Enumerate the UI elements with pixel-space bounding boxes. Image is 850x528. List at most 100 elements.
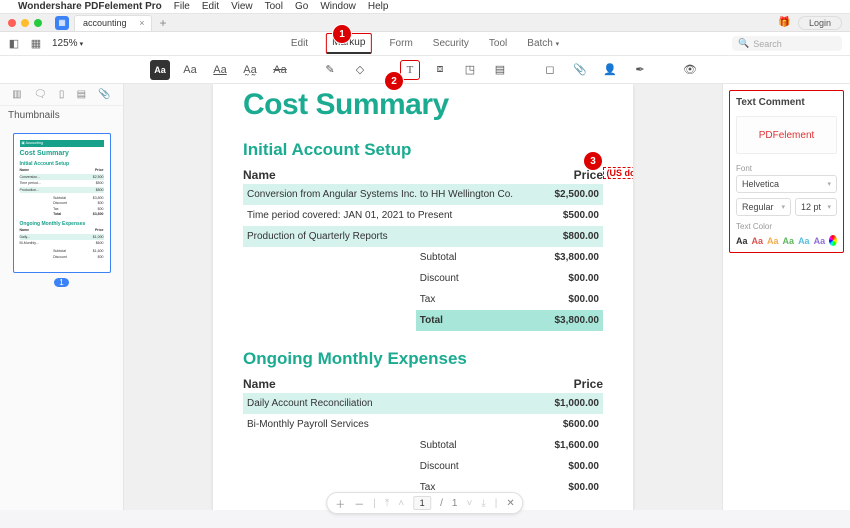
zoom-value: 125% [52,38,78,49]
document-tab-label: accounting [83,18,127,28]
page-thumbnail[interactable]: ▣ Accounting Cost Summary Initial Accoun… [13,133,111,273]
tab-batch[interactable]: Batch ▾ [525,33,561,54]
window-zoom-button[interactable] [34,19,42,27]
markup-toolbar: Aa Aa Aa A̰a̰ Aa ✎ ◇ T ⧈ ◳ ▤ ◻ 📎 👤 ✒ 👁 [0,56,850,84]
text-comment-button[interactable]: T [400,60,420,80]
document-title: Cost Summary [243,88,603,122]
chevron-down-icon: ▾ [827,203,831,211]
chevron-down-icon: ▾ [556,41,560,48]
table-row: Bi-Monthly Payroll Services $600.00 [243,414,603,435]
pencil-icon[interactable]: ✎ [320,60,340,80]
underline-button[interactable]: Aa [210,60,230,80]
tab-edit[interactable]: Edit [289,33,310,54]
sticky-note-button[interactable]: ▤ [490,60,510,80]
main-toolbar: ◧ ▦ 125% ▾ Edit Markup Form Security Too… [0,32,850,56]
attachment-icon[interactable]: 📎 [570,60,590,80]
app-icon: ▦ [55,16,69,30]
section1-heading: Initial Account Setup [243,140,603,160]
grid-view-icon[interactable]: ▦ [30,38,42,50]
highlight-button[interactable]: Aa [150,60,170,80]
window-close-button[interactable] [8,19,16,27]
callout-3: 3 [584,152,602,170]
callout-button[interactable]: ◳ [460,60,480,80]
window-minimize-button[interactable] [21,19,29,27]
layers-icon[interactable]: ▤ [77,89,86,100]
menu-window[interactable]: Window [320,1,356,12]
swatch-black[interactable]: Aa [736,236,748,246]
window-titlebar: ▦ accounting × + 🎁 Login [0,14,850,32]
menu-go[interactable]: Go [295,1,308,12]
menu-edit[interactable]: Edit [202,1,219,12]
menu-help[interactable]: Help [368,1,389,12]
page-navigator: ＋ － | ⤒ ˄ 1 / 1 ˅ ⤓ | ✕ [326,492,523,514]
subtotal-row: Subtotal$3,800.00 [416,247,603,268]
swatch-purple[interactable]: Aa [814,236,826,246]
bookmarks-icon[interactable]: 🗨 [34,89,47,100]
table-row: Conversion from Angular Systems Inc. to … [243,184,603,205]
swatch-green[interactable]: Aa [783,236,795,246]
page-total: 1 [452,498,458,509]
tab-form[interactable]: Form [387,33,414,54]
zoom-out-button[interactable]: ＋ [335,496,345,511]
zoom-select[interactable]: 125% ▾ [52,38,83,49]
last-page-button[interactable]: ⤓ [481,498,485,509]
swatch-orange[interactable]: Aa [767,236,779,246]
font-family-select[interactable]: Helvetica▾ [736,175,837,193]
app-name[interactable]: Wondershare PDFelement Pro [18,1,162,12]
signature-icon[interactable]: ✒ [630,60,650,80]
mac-menubar: Wondershare PDFelement Pro File Edit Vie… [0,0,850,14]
chevron-down-icon: ▾ [80,40,84,48]
eraser-icon[interactable]: ◇ [350,60,370,80]
phone-icon[interactable]: ▯ [59,89,65,100]
tax-row: Tax$00.00 [416,289,603,310]
swatch-blue[interactable]: Aa [798,236,810,246]
prev-page-button[interactable]: ˄ [398,498,404,509]
document-page: Cost Summary Initial Account Setup Name … [213,84,633,510]
thumbnails-icon[interactable]: ▥ [12,89,21,100]
text-box-button[interactable]: ⧈ [430,60,450,80]
stamp-icon[interactable]: 👤 [600,60,620,80]
next-page-button[interactable]: ˅ [466,498,472,509]
shapes-button[interactable]: ◻ [540,60,560,80]
swatch-red[interactable]: Aa [752,236,764,246]
attachments-icon[interactable]: 📎 [98,89,110,100]
close-tab-icon[interactable]: × [139,18,144,28]
zoom-in-button[interactable]: － [354,496,364,511]
new-tab-button[interactable]: + [152,16,175,30]
gift-icon[interactable]: 🎁 [778,17,790,29]
menu-tool[interactable]: Tool [265,1,283,12]
page-input[interactable]: 1 [413,496,431,510]
search-placeholder: Search [753,39,782,49]
menu-view[interactable]: View [231,1,253,12]
color-picker-icon[interactable] [829,235,837,246]
strikethrough-button[interactable]: Aa [270,60,290,80]
thumbnails-pane: ▥ 🗨 ▯ ▤ 📎 Thumbnails ▣ Accounting Cost S… [0,84,124,510]
subtotal-row: Subtotal$1,600.00 [416,435,603,456]
properties-title: Text Comment [736,97,837,108]
properties-pane: Text Comment PDFelement Font Helvetica▾ … [722,84,850,510]
tab-tool[interactable]: Tool [487,33,509,54]
login-button[interactable]: Login [798,16,842,30]
sidebar-toggle-icon[interactable]: ◧ [8,38,20,50]
close-nav-button[interactable]: ✕ [506,498,514,509]
menu-file[interactable]: File [174,1,190,12]
price-annotation[interactable]: (US dollar) [603,167,633,179]
color-swatches: Aa Aa Aa Aa Aa Aa [736,235,837,246]
hide-annotations-icon[interactable]: 👁 [680,60,700,80]
tab-security[interactable]: Security [431,33,471,54]
text-style-button[interactable]: Aa [180,60,200,80]
chevron-down-icon: ▾ [827,180,831,188]
thumbnails-title: Thumbnails [0,106,123,125]
document-canvas[interactable]: Cost Summary Initial Account Setup Name … [124,84,722,510]
search-input[interactable]: 🔍 Search [732,36,842,51]
document-tab[interactable]: accounting × [74,15,152,31]
col-name: Name [243,168,276,182]
callout-2: 2 [385,72,403,90]
squiggly-button[interactable]: A̰a̰ [240,60,260,80]
font-weight-select[interactable]: Regular▾ [736,198,791,216]
font-size-select[interactable]: 12 pt▾ [795,198,837,216]
first-page-button[interactable]: ⤒ [385,498,389,509]
col-name: Name [243,377,276,391]
discount-row: Discount$00.00 [416,456,603,477]
table-row: Daily Account Reconciliation $1,000.00 [243,393,603,414]
